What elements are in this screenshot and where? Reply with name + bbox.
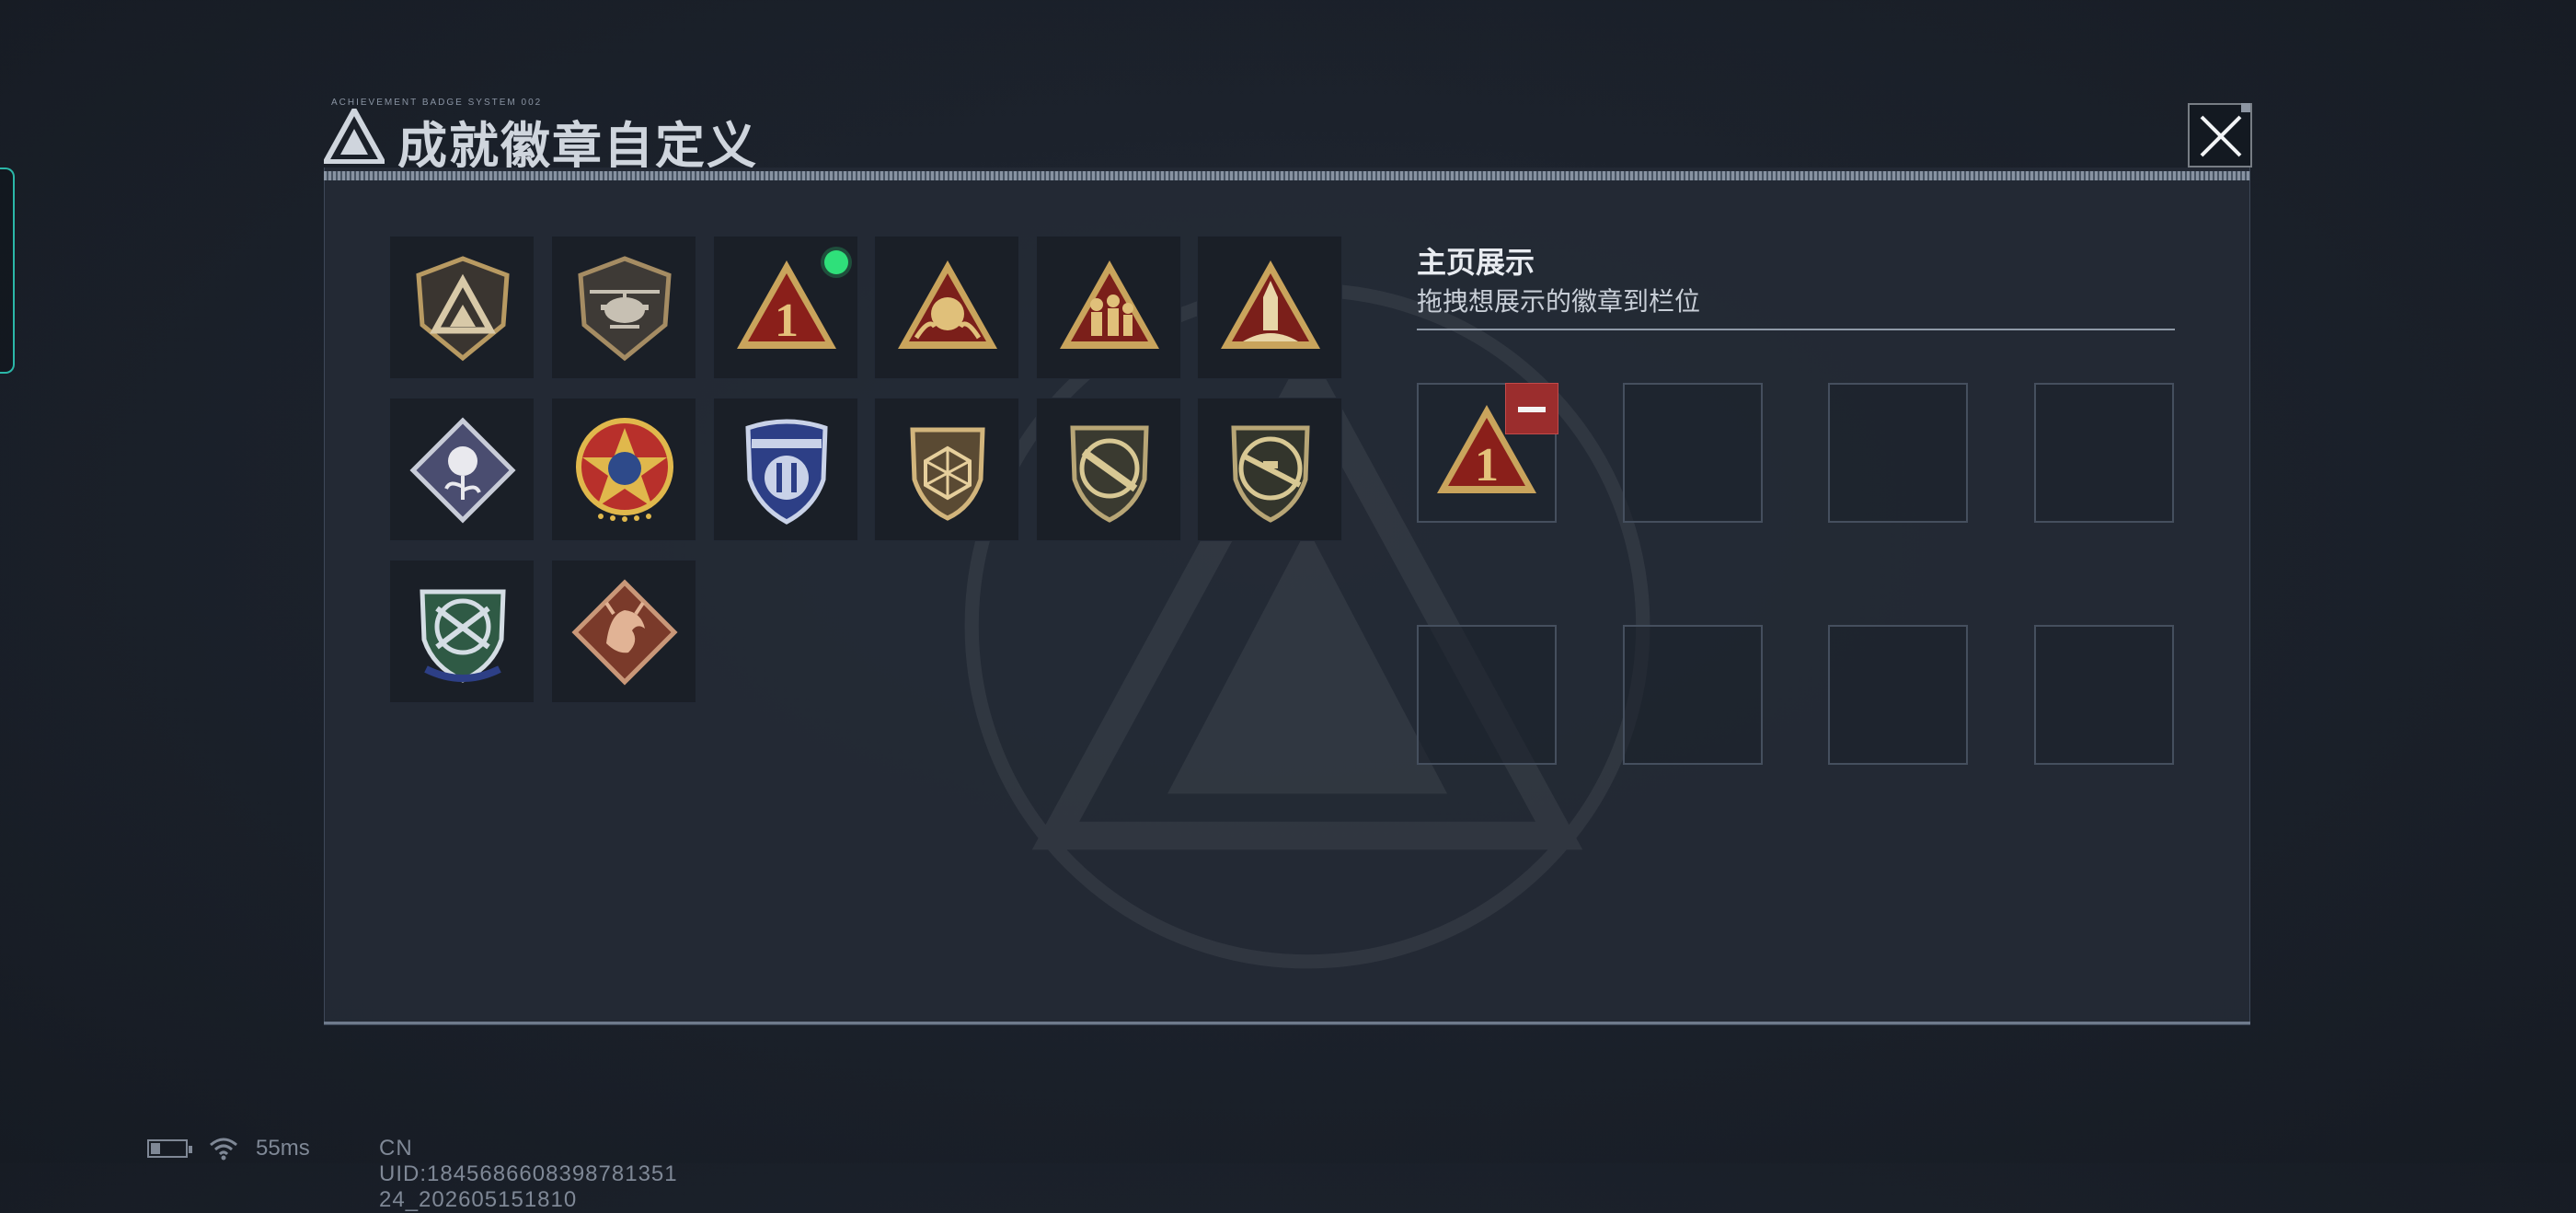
delta-triangle-shield-badge-icon — [416, 256, 510, 362]
rose-diamond-badge-icon — [409, 417, 516, 524]
battery-icon — [147, 1139, 192, 1158]
number-one-triangle-badge-icon: 1 — [737, 260, 836, 349]
badge-soldiers-triangle[interactable] — [1036, 236, 1181, 379]
dragon-diamond-badge-icon — [571, 579, 678, 686]
showcase-slot-4[interactable] — [2034, 383, 2174, 523]
blue-shield-badge-icon — [745, 419, 828, 525]
ping-value: 55ms — [256, 1136, 310, 1161]
rocket-triangle-badge-icon — [1221, 260, 1320, 349]
showcase-slot-3[interactable] — [1828, 383, 1968, 523]
badge-rocket-triangle[interactable] — [1197, 236, 1342, 379]
polyhedron-shield-badge-icon — [910, 427, 985, 521]
badge-helicopter[interactable] — [551, 236, 696, 379]
green-crossed-rifles-badge-icon — [420, 589, 506, 683]
sphere-hands-triangle-badge-icon — [898, 260, 997, 349]
showcase-title: 主页展示 — [1417, 246, 1535, 279]
badge-rose-diamond[interactable] — [389, 398, 535, 541]
minus-icon — [1518, 407, 1546, 412]
dialog-header: ACHIEVEMENT BADGE SYSTEM 002 成就徽章自定义 — [324, 92, 2250, 175]
badge-sphere-hands-triangle[interactable] — [874, 236, 1019, 379]
badge-delta-triangle-shield[interactable] — [389, 236, 535, 379]
soldiers-triangle-badge-icon — [1060, 260, 1159, 349]
user-uid: CN UID:1845686608398781351 24_2026051518… — [379, 1136, 678, 1212]
showcase-divider — [1417, 329, 2175, 330]
helicopter-badge-icon — [578, 256, 672, 362]
new-badge-indicator — [824, 250, 848, 274]
svg-text:1: 1 — [1475, 439, 1499, 491]
close-button[interactable] — [2188, 103, 2252, 168]
delta-logo-icon — [324, 109, 385, 164]
panel-top-border — [324, 171, 2250, 180]
badge-star-medal[interactable] — [551, 398, 696, 541]
rifle-shield-badge-icon — [1070, 425, 1149, 523]
svg-text:1: 1 — [775, 295, 799, 347]
badge-sniper-shield[interactable] — [1197, 398, 1342, 541]
sniper-shield-badge-icon — [1231, 425, 1310, 523]
wifi-icon — [210, 1138, 237, 1161]
showcase-slot-5[interactable] — [1417, 625, 1557, 765]
badge-rifle-shield[interactable] — [1036, 398, 1181, 541]
badge-dragon-diamond[interactable] — [551, 560, 696, 703]
close-icon — [2200, 115, 2242, 157]
showcase-slot-8[interactable] — [2034, 625, 2174, 765]
showcase-instructions: 拖拽想展示的徽章到栏位 — [1417, 287, 1701, 316]
badge-polyhedron-shield[interactable] — [874, 398, 1019, 541]
badge-green-crossed-rifles[interactable] — [389, 560, 535, 703]
star-medal-badge-icon — [576, 418, 673, 522]
remove-badge-button[interactable] — [1505, 383, 1558, 434]
badge-blue-shield[interactable] — [713, 398, 858, 541]
showcase-slot-7[interactable] — [1828, 625, 1968, 765]
close-corner-accent — [2241, 103, 2250, 112]
panel-bottom-border — [324, 1022, 2250, 1024]
showcase-slot-6[interactable] — [1623, 625, 1763, 765]
side-drawer-tab[interactable] — [0, 168, 15, 374]
showcase-slot-2[interactable] — [1623, 383, 1763, 523]
